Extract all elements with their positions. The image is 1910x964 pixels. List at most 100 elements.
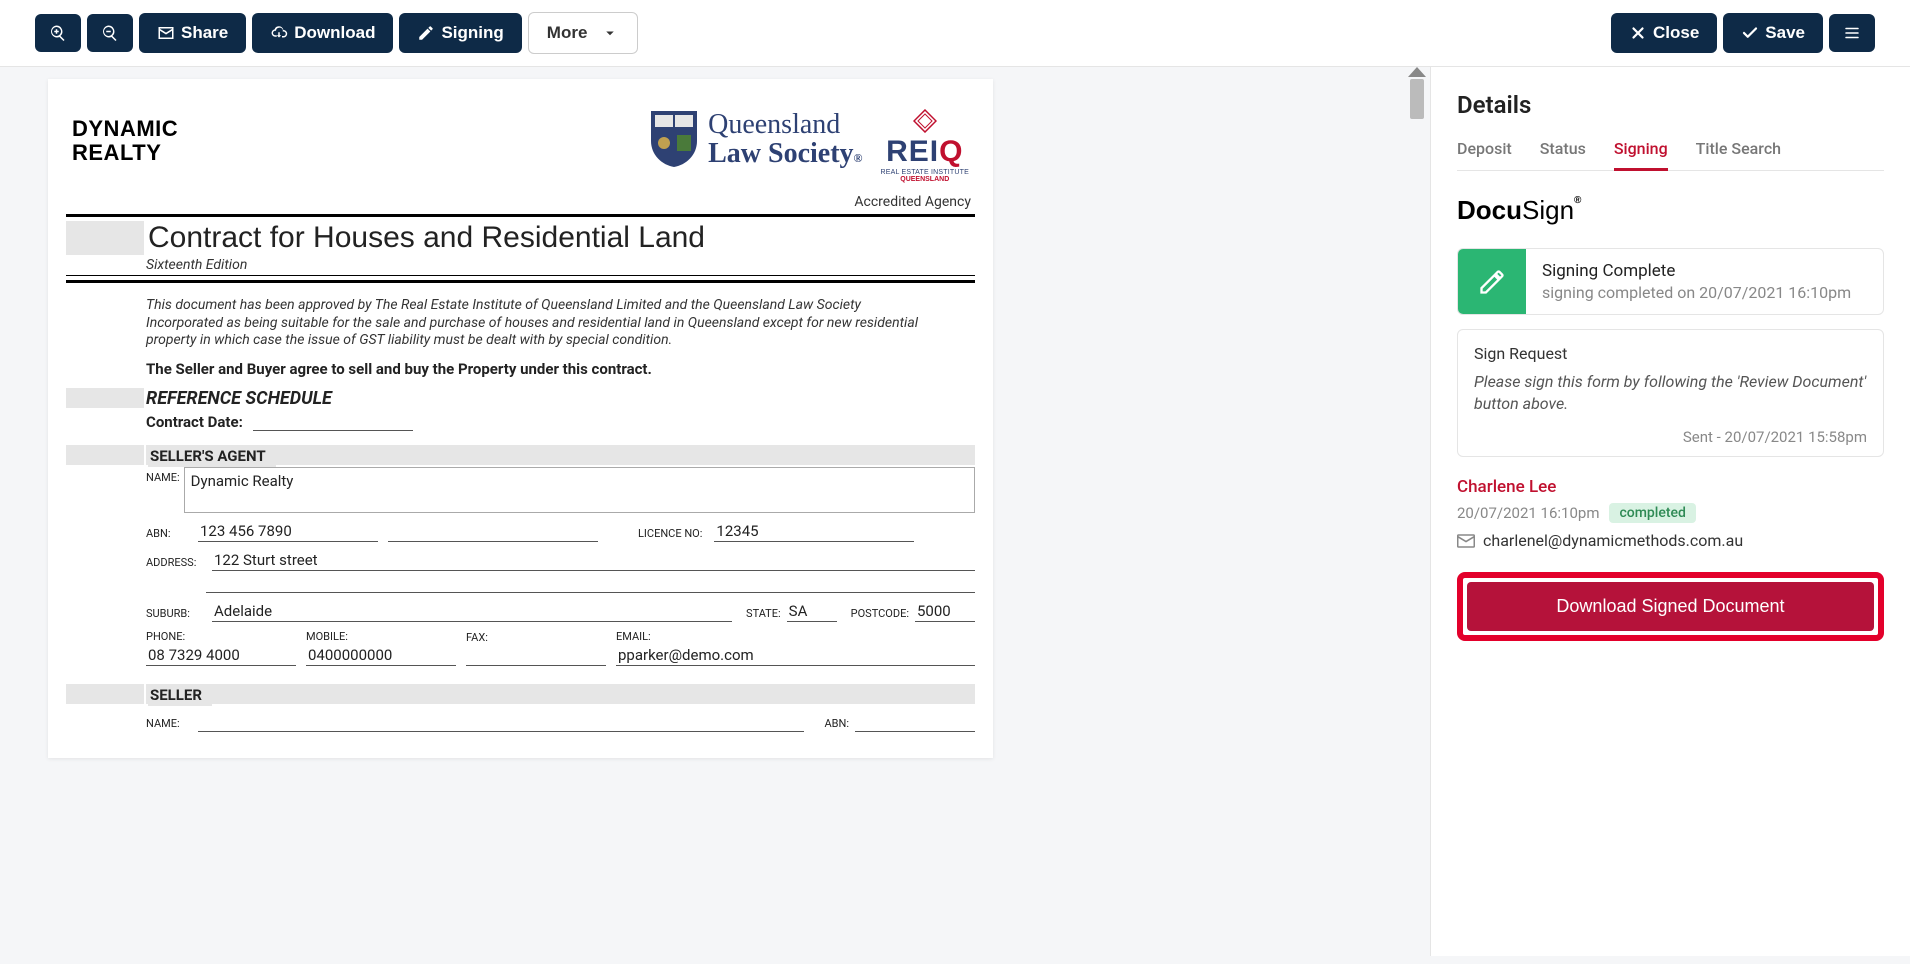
seller-name-field[interactable] <box>198 712 804 732</box>
scrollbar-thumb[interactable] <box>1410 79 1424 119</box>
name-label: NAME: <box>146 467 180 484</box>
postcode-field[interactable]: 5000 <box>915 601 975 622</box>
seller-heading: SELLER <box>148 684 212 706</box>
signer-status-badge: completed <box>1609 503 1695 523</box>
contract-date-label: Contract Date: <box>146 413 243 431</box>
reference-schedule-row: REFERENCE SCHEDULE <box>66 388 975 409</box>
agent-name-row: NAME: Dynamic Realty <box>146 467 975 513</box>
download-highlight: Download Signed Document <box>1457 572 1884 641</box>
status-body: Signing Complete signing completed on 20… <box>1526 249 1867 314</box>
zoom-out-button[interactable] <box>87 14 133 52</box>
section-gutter <box>66 388 144 408</box>
details-title: Details <box>1457 91 1884 119</box>
mobile-label: MOBILE: <box>306 630 450 645</box>
brand-line1: DYNAMIC <box>72 117 178 141</box>
save-button[interactable]: Save <box>1723 13 1823 53</box>
abn-field-2[interactable] <box>388 522 598 542</box>
logo-row: DYNAMIC REALTY Queensland Law Society® <box>66 109 975 184</box>
abn-field[interactable]: 123 456 7890 <box>198 521 378 542</box>
postcode-label: POSTCODE: <box>851 607 909 622</box>
close-label: Close <box>1653 23 1699 43</box>
save-label: Save <box>1765 23 1805 43</box>
suburb-row: SUBURB: Adelaide STATE: SA POSTCODE: 500… <box>146 601 975 622</box>
contract-date-field[interactable] <box>253 413 413 431</box>
reiq-letters: REIQ <box>886 135 963 168</box>
zoom-in-button[interactable] <box>35 14 81 52</box>
fax-field[interactable] <box>466 646 606 666</box>
seller-abn-label: ABN: <box>824 717 849 732</box>
qls-line2: Law Society <box>708 138 853 169</box>
seller-name-label: NAME: <box>146 717 192 732</box>
check-icon <box>1741 24 1759 42</box>
status-heading: Signing Complete <box>1542 261 1851 281</box>
status-detail: signing completed on 20/07/2021 16:10pm <box>1542 283 1851 302</box>
document-page: DYNAMIC REALTY Queensland Law Society® <box>48 79 993 758</box>
state-field[interactable]: SA <box>787 601 837 622</box>
contract-date-row: Contract Date: <box>146 413 975 431</box>
chevron-down-icon <box>601 24 619 42</box>
document-title: Contract for Houses and Residential Land <box>146 221 705 255</box>
sellers-agent-band: SELLER'S AGENT <box>66 445 975 465</box>
download-signed-button[interactable]: Download Signed Document <box>1467 582 1874 631</box>
close-button[interactable]: Close <box>1611 13 1717 53</box>
sellers-agent-heading: SELLER'S AGENT <box>148 445 276 467</box>
share-button[interactable]: Share <box>139 13 246 53</box>
address-label: ADDRESS: <box>146 556 206 571</box>
agree-text: The Seller and Buyer agree to sell and b… <box>146 360 975 378</box>
address-field[interactable]: 122 Sturt street <box>212 550 975 571</box>
signing-button[interactable]: Signing <box>399 13 521 53</box>
details-panel: Details Deposit Status Signing Title Sea… <box>1430 67 1910 956</box>
email-field[interactable]: pparker@demo.com <box>616 645 975 666</box>
shield-icon <box>648 109 700 169</box>
agent-name-field[interactable]: Dynamic Realty <box>184 467 975 513</box>
accredited-text: Accredited Agency <box>66 194 975 210</box>
signer-name: Charlene Lee <box>1457 477 1884 497</box>
qls-line1: Queensland <box>708 110 862 139</box>
tab-status[interactable]: Status <box>1540 139 1586 170</box>
docusign-logo: DocuSign® <box>1457 195 1884 226</box>
signer-email-row: charlenel@dynamicmethods.com.au <box>1457 531 1884 550</box>
email-label: EMAIL: <box>616 630 969 645</box>
seller-abn-field[interactable] <box>855 712 975 732</box>
suburb-label: SUBURB: <box>146 607 206 622</box>
tab-title-search[interactable]: Title Search <box>1696 139 1781 170</box>
phone-field[interactable]: 08 7329 4000 <box>146 645 296 666</box>
more-button[interactable]: More <box>528 12 639 54</box>
qls-logo: Queensland Law Society® <box>648 109 862 169</box>
edition-text: Sixteenth Edition <box>146 257 975 273</box>
gray-band: SELLER'S AGENT <box>146 445 975 465</box>
scroll-up-arrow[interactable] <box>1408 67 1426 77</box>
signer-timestamp: 20/07/2021 16:10pm <box>1457 504 1599 522</box>
toolbar-right: Close Save <box>1611 13 1875 53</box>
suburb-field[interactable]: Adelaide <box>212 601 732 622</box>
mobile-field[interactable]: 0400000000 <box>306 645 456 666</box>
close-icon <box>1629 24 1647 42</box>
seller-band: SELLER <box>66 684 975 704</box>
main-area: DYNAMIC REALTY Queensland Law Society® <box>0 67 1910 956</box>
request-card: Sign Request Please sign this form by fo… <box>1457 329 1884 457</box>
title-gutter <box>66 221 144 255</box>
signer-email: charlenel@dynamicmethods.com.au <box>1483 531 1743 550</box>
tab-signing[interactable]: Signing <box>1614 139 1668 170</box>
mail-icon <box>157 24 175 42</box>
status-card: Signing Complete signing completed on 20… <box>1457 248 1884 315</box>
download-button[interactable]: Download <box>252 13 393 53</box>
contact-row: PHONE: 08 7329 4000 MOBILE: 0400000000 F… <box>146 630 975 666</box>
phone-label: PHONE: <box>146 630 290 645</box>
title-row: Contract for Houses and Residential Land <box>66 221 975 255</box>
signer-meta: 20/07/2021 16:10pm completed <box>1457 503 1884 523</box>
pen-icon <box>417 24 435 42</box>
status-icon-box <box>1458 249 1526 314</box>
menu-button[interactable] <box>1829 14 1875 52</box>
address-row: ADDRESS: 122 Sturt street <box>146 550 975 571</box>
address-field-2[interactable] <box>206 573 975 593</box>
approval-text: This document has been approved by The R… <box>146 297 926 350</box>
tab-deposit[interactable]: Deposit <box>1457 139 1512 170</box>
reiq-sub1: REAL ESTATE INSTITUTE <box>881 169 969 176</box>
toolbar: Share Download Signing More Close Save <box>0 0 1910 67</box>
brand-logo: DYNAMIC REALTY <box>72 117 178 165</box>
qls-text: Queensland Law Society® <box>708 110 862 169</box>
licence-field[interactable]: 12345 <box>714 521 914 542</box>
diamond-icon <box>913 109 937 133</box>
document-viewer[interactable]: DYNAMIC REALTY Queensland Law Society® <box>0 67 1430 956</box>
